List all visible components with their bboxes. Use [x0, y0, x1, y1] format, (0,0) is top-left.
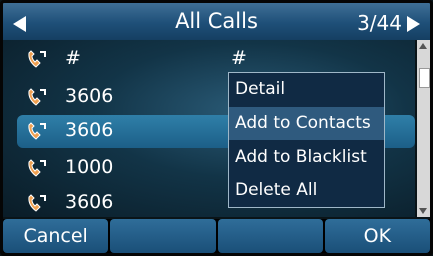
scroll-up-icon[interactable]	[419, 43, 427, 49]
cancel-softkey[interactable]: Cancel	[3, 219, 109, 253]
call-secondary: #	[231, 47, 247, 69]
phone-call-icon	[28, 194, 46, 212]
call-number: #	[65, 47, 81, 69]
menu-item-detail[interactable]: Detail	[229, 73, 384, 106]
scrollbar[interactable]	[417, 40, 430, 217]
call-number: 3606	[65, 191, 114, 213]
ok-softkey[interactable]: OK	[324, 219, 430, 253]
call-number: 3606	[65, 85, 114, 107]
phone-call-icon	[28, 159, 46, 177]
phone-screen: All Calls 3/44 # # 3606 3606 1000 3606 D…	[0, 0, 433, 256]
menu-item-label: Add to Contacts	[235, 113, 371, 133]
menu-item-label: Delete All	[235, 180, 318, 200]
scroll-down-icon[interactable]	[419, 208, 427, 214]
phone-call-icon	[28, 88, 46, 106]
menu-item-label: Detail	[235, 79, 286, 99]
menu-item-delete-all[interactable]: Delete All	[229, 174, 384, 207]
softkey-3[interactable]	[217, 219, 323, 253]
softkey-2[interactable]	[110, 219, 216, 253]
menu-item-label: Add to Blacklist	[235, 147, 367, 167]
options-menu: Detail Add to Contacts Add to Blacklist …	[228, 72, 385, 208]
menu-item-add-to-contacts[interactable]: Add to Contacts	[229, 107, 384, 140]
page-counter: 3/44	[357, 11, 402, 35]
next-page-arrow-icon[interactable]	[407, 16, 420, 32]
scroll-thumb[interactable]	[419, 68, 430, 88]
phone-call-icon	[28, 122, 46, 140]
call-number: 1000	[65, 156, 114, 178]
softkey-bar: Cancel OK	[3, 219, 430, 253]
title-bar: All Calls 3/44	[3, 3, 430, 40]
phone-call-icon	[28, 50, 46, 68]
call-number: 3606	[65, 119, 114, 141]
menu-item-add-to-blacklist[interactable]: Add to Blacklist	[229, 141, 384, 174]
